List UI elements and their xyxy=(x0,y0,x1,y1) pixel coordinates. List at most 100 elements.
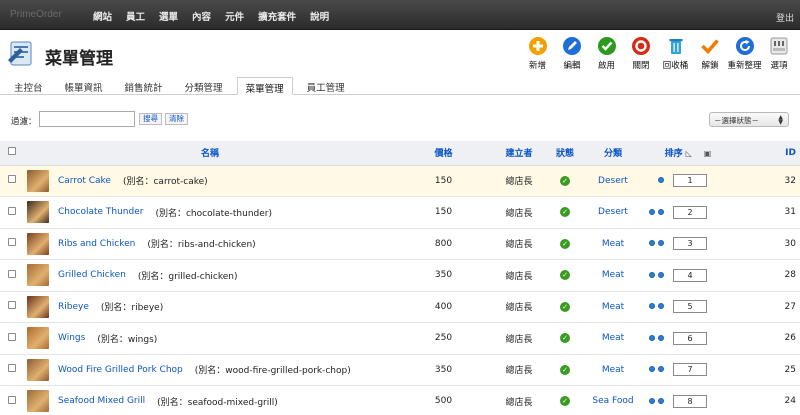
published-check-icon[interactable]: ✓ xyxy=(560,270,570,281)
published-check-icon[interactable]: ✓ xyxy=(560,238,570,249)
nav-item-1[interactable]: 員工 xyxy=(119,0,152,30)
move-down-icon[interactable] xyxy=(658,334,664,341)
dish-thumbnail[interactable] xyxy=(27,295,49,318)
move-down-icon[interactable] xyxy=(658,366,664,373)
tab-5[interactable]: 員工管理 xyxy=(299,77,353,95)
col-author[interactable]: 建立者 xyxy=(491,141,547,166)
tab-2[interactable]: 銷售統計 xyxy=(117,77,171,95)
order-input[interactable]: 8 xyxy=(673,394,707,408)
move-down-icon[interactable] xyxy=(658,177,664,184)
row-checkbox[interactable] xyxy=(8,269,16,278)
status-select[interactable]: －選擇狀態－ ▲ ▼ xyxy=(709,112,789,127)
move-up-icon[interactable] xyxy=(649,208,655,215)
reorder-button[interactable]: 重新整理 xyxy=(728,36,762,71)
row-checkbox[interactable] xyxy=(8,395,16,404)
row-checkbox[interactable] xyxy=(8,175,16,184)
col-status[interactable]: 狀態 xyxy=(547,141,583,166)
move-up-icon[interactable] xyxy=(649,397,655,404)
tab-4[interactable]: 菜單管理 xyxy=(236,77,293,95)
row-checkbox[interactable] xyxy=(8,364,16,373)
dish-name-link[interactable]: Wings xyxy=(58,333,85,343)
move-down-icon[interactable] xyxy=(658,303,664,310)
dish-thumbnail[interactable] xyxy=(27,232,49,255)
col-category[interactable]: 分類 xyxy=(583,141,643,166)
dish-thumbnail[interactable] xyxy=(27,390,49,413)
dish-name-link[interactable]: Seafood Mixed Grill xyxy=(58,396,145,406)
published-check-icon[interactable]: ✓ xyxy=(560,396,570,407)
category-link[interactable]: Desert xyxy=(583,196,643,229)
disable-button[interactable]: 關閉 xyxy=(624,36,658,71)
order-input[interactable]: 2 xyxy=(673,205,707,219)
nav-item-2[interactable]: 選單 xyxy=(152,0,185,30)
col-name[interactable]: 名稱 xyxy=(24,141,396,166)
search-button[interactable]: 搜尋 xyxy=(139,113,162,125)
unlock-button[interactable]: 解鎖 xyxy=(693,36,727,71)
order-input[interactable]: 7 xyxy=(673,363,707,377)
clear-button[interactable]: 清除 xyxy=(165,113,188,125)
order-input[interactable]: 5 xyxy=(673,300,707,314)
reorder-label: 重新整理 xyxy=(727,61,762,71)
order-input[interactable]: 4 xyxy=(673,268,707,282)
row-checkbox[interactable] xyxy=(8,332,16,341)
nav-item-3[interactable]: 內容 xyxy=(185,0,218,30)
trash-button[interactable]: 回收桶 xyxy=(659,36,693,71)
move-up-icon[interactable] xyxy=(649,366,655,373)
order-input[interactable]: 1 xyxy=(673,174,707,188)
category-link[interactable]: Meat xyxy=(583,259,643,292)
published-check-icon[interactable]: ✓ xyxy=(560,175,570,186)
published-check-icon[interactable]: ✓ xyxy=(560,333,570,344)
move-down-icon[interactable] xyxy=(658,240,664,247)
category-link[interactable]: Desert xyxy=(583,165,643,197)
row-checkbox[interactable] xyxy=(8,301,16,310)
nav-item-6[interactable]: 說明 xyxy=(303,0,336,30)
move-up-icon[interactable] xyxy=(649,240,655,247)
new-button[interactable]: 新增 xyxy=(521,36,555,71)
category-link[interactable]: Sea Food xyxy=(583,385,643,415)
dish-thumbnail[interactable] xyxy=(27,201,49,224)
order-input[interactable]: 3 xyxy=(673,237,707,251)
options-button[interactable]: 選項 xyxy=(762,36,796,71)
save-order-icon[interactable]: ▣ xyxy=(704,149,712,158)
dish-name-link[interactable]: Chocolate Thunder xyxy=(58,207,143,217)
published-check-icon[interactable]: ✓ xyxy=(560,301,570,312)
move-down-icon[interactable] xyxy=(658,271,664,278)
move-down-icon[interactable] xyxy=(658,208,664,215)
move-up-icon[interactable] xyxy=(649,334,655,341)
filter-input[interactable] xyxy=(39,111,135,127)
move-down-icon[interactable] xyxy=(658,397,664,404)
col-order[interactable]: 排序 xyxy=(665,149,683,159)
tab-1[interactable]: 帳單資訊 xyxy=(57,77,111,95)
edit-button[interactable]: 編輯 xyxy=(555,36,589,71)
category-link[interactable]: Meat xyxy=(583,354,643,386)
logout-link[interactable]: 登出 xyxy=(776,11,794,24)
row-checkbox[interactable] xyxy=(8,238,16,247)
dish-name-link[interactable]: Grilled Chicken xyxy=(58,270,126,280)
category-link[interactable]: Meat xyxy=(583,322,643,355)
dish-thumbnail[interactable] xyxy=(27,358,49,381)
category-link[interactable]: Meat xyxy=(583,291,643,323)
col-price[interactable]: 價格 xyxy=(396,141,491,166)
enable-button[interactable]: 啟用 xyxy=(590,36,624,71)
nav-item-4[interactable]: 元件 xyxy=(218,0,251,30)
category-link[interactable]: Meat xyxy=(583,228,643,260)
order-input[interactable]: 6 xyxy=(673,331,707,345)
dish-thumbnail[interactable] xyxy=(27,327,49,350)
published-check-icon[interactable]: ✓ xyxy=(560,207,570,218)
move-up-icon[interactable] xyxy=(649,271,655,278)
dish-name-link[interactable]: Ribeye xyxy=(58,302,89,312)
col-id[interactable]: ID xyxy=(733,141,800,166)
dish-name-link[interactable]: Wood Fire Grilled Pork Chop xyxy=(58,365,183,375)
tab-3[interactable]: 分類管理 xyxy=(177,77,231,95)
nav-item-5[interactable]: 擴充套件 xyxy=(251,0,303,30)
tab-0[interactable]: 主控台 xyxy=(6,77,51,95)
nav-item-0[interactable]: 網站 xyxy=(86,0,119,30)
dish-name-link[interactable]: Carrot Cake xyxy=(58,176,111,186)
select-all-checkbox[interactable] xyxy=(8,147,16,156)
row-checkbox[interactable] xyxy=(8,206,16,215)
dish-thumbnail[interactable] xyxy=(27,169,49,192)
sort-order-icon[interactable]: ◺ xyxy=(686,149,692,158)
dish-name-link[interactable]: Ribs and Chicken xyxy=(58,239,135,249)
published-check-icon[interactable]: ✓ xyxy=(560,364,570,375)
dish-thumbnail[interactable] xyxy=(27,264,49,287)
move-up-icon[interactable] xyxy=(649,303,655,310)
